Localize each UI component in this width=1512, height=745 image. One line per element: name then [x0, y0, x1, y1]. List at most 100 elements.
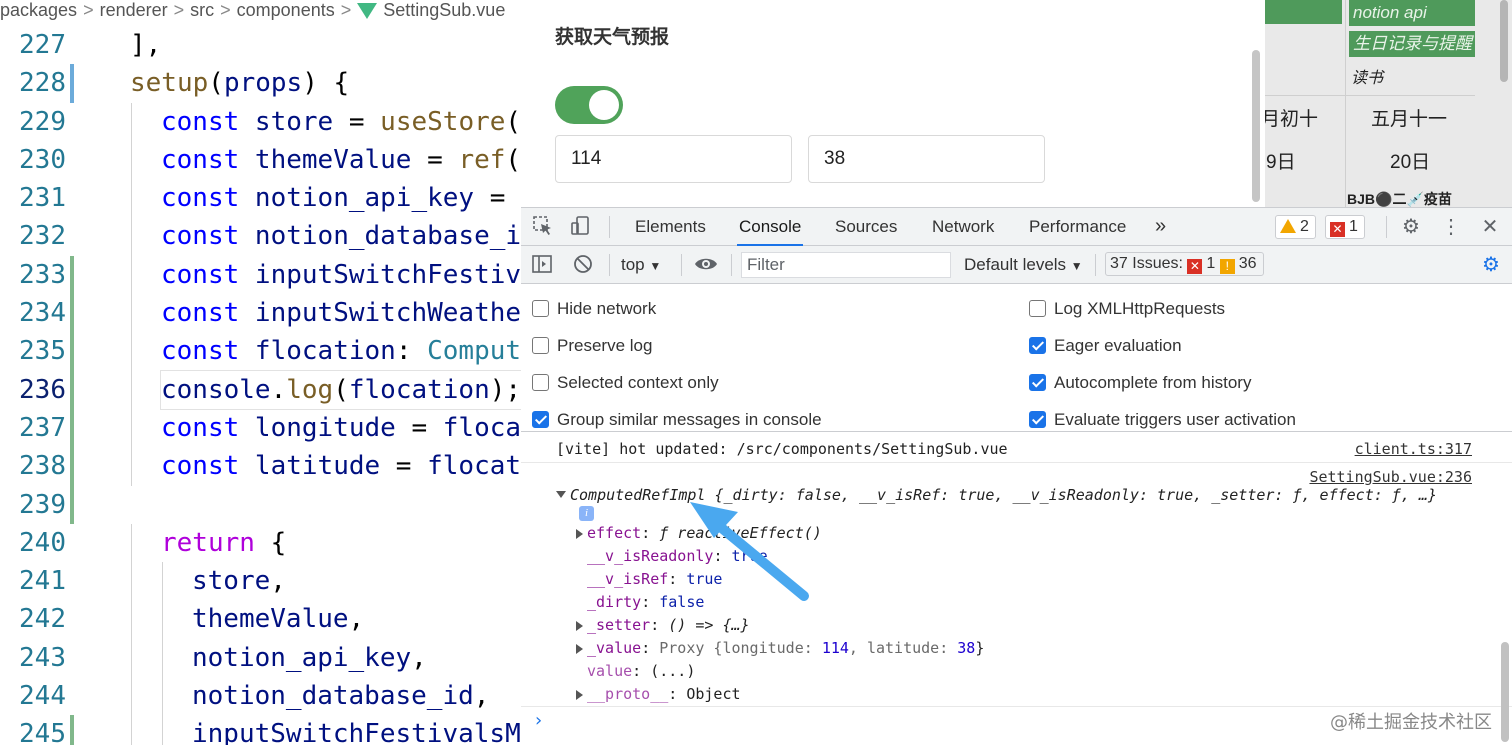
checkbox-checked[interactable] — [1029, 337, 1046, 354]
calendar-scrollbar[interactable] — [1500, 0, 1508, 82]
added-line-marker[interactable] — [70, 715, 74, 745]
code-line[interactable]: 235 const flocation: Compute — [0, 332, 521, 371]
breadcrumb-item-renderer[interactable]: renderer — [100, 0, 168, 20]
calendar-event-notion[interactable]: notion api — [1349, 0, 1475, 26]
line-number: 243 — [19, 642, 66, 673]
code-line[interactable]: 230 const themeValue = ref(s — [0, 140, 521, 180]
toolbar-divider — [731, 254, 732, 276]
checkbox-checked[interactable] — [1029, 374, 1046, 391]
close-icon[interactable]: ✕ — [1478, 215, 1502, 239]
collapse-triangle-icon[interactable] — [556, 491, 566, 498]
checkbox-checked[interactable] — [532, 411, 549, 428]
breadcrumb-item-packages[interactable]: packages — [0, 0, 77, 20]
weather-toggle-switch[interactable] — [555, 86, 623, 124]
calendar-event-read[interactable]: 读书 — [1351, 64, 1383, 88]
breadcrumb-item-components[interactable]: components — [237, 0, 335, 20]
code-line[interactable]: 241 store, — [0, 562, 521, 601]
code-line[interactable]: 231 const notion_api_key = r — [0, 179, 521, 218]
source-link[interactable]: client.ts:317 — [1355, 440, 1472, 458]
code-token: = — [395, 412, 443, 443]
code-line[interactable]: 232 const notion_database_id — [0, 217, 521, 256]
code-line[interactable]: 233 const inputSwitchFestiva — [0, 255, 521, 295]
checkbox[interactable] — [532, 337, 549, 354]
code-line[interactable]: 244 notion_database_id, — [0, 677, 521, 716]
property-value-proxy[interactable]: _value: Proxy {longitude: 114, latitude:… — [587, 639, 984, 657]
code-token: = — [411, 144, 459, 175]
expand-triangle-icon[interactable] — [576, 621, 583, 631]
property-setter[interactable]: _setter: () => {…} — [587, 616, 750, 634]
added-line-marker[interactable] — [70, 370, 74, 409]
added-line-marker[interactable] — [70, 447, 74, 486]
breadcrumb-item-file[interactable]: SettingSub.vue — [383, 0, 505, 20]
context-selector[interactable]: top ▼ — [621, 255, 661, 275]
code-line[interactable]: 237 const longitude = flocat — [0, 408, 521, 448]
code-line[interactable]: 242 themeValue, — [0, 600, 521, 639]
console-prompt-icon[interactable]: › — [533, 710, 544, 731]
calendar-day-left[interactable]: 9日 — [1266, 147, 1296, 174]
checkbox[interactable] — [1029, 300, 1046, 317]
device-toolbar-icon[interactable] — [568, 215, 592, 239]
added-line-marker[interactable] — [70, 332, 74, 371]
log-levels-dropdown[interactable]: Default levels ▼ — [964, 255, 1083, 275]
issues-button[interactable]: 37 Issues: ✕ 1 ! 36 — [1105, 252, 1264, 276]
tab-performance[interactable]: Performance — [1028, 208, 1127, 246]
property-key: __v_isRef — [587, 570, 669, 588]
property-effect[interactable]: effect: ƒ reactiveEffect() — [587, 524, 822, 542]
tab-sources[interactable]: Sources — [834, 208, 898, 246]
code-line[interactable]: 245 inputSwitchFestivalsMo — [0, 715, 521, 745]
code-line[interactable]: 229 const store = useStore() — [0, 102, 521, 141]
warnings-badge[interactable]: 2 — [1275, 215, 1316, 239]
console-scrollbar[interactable] — [1501, 642, 1509, 742]
sidebar-toggle-icon[interactable] — [530, 253, 554, 277]
calendar-event-bar[interactable] — [1265, 0, 1342, 24]
breadcrumb-item-src[interactable]: src — [190, 0, 214, 20]
code-text: const themeValue = ref(s — [161, 141, 521, 179]
code-line[interactable]: 238 const latitude = flocati — [0, 447, 521, 486]
filter-input[interactable] — [741, 252, 951, 278]
line-number: 232 — [19, 221, 66, 252]
calendar-day-right[interactable]: 20日 — [1390, 147, 1430, 174]
tab-network[interactable]: Network — [931, 208, 995, 246]
checkbox[interactable] — [532, 300, 549, 317]
code-line[interactable]: 239 — [0, 485, 521, 524]
expand-triangle-icon[interactable] — [576, 529, 583, 539]
code-editor[interactable]: packages > renderer > src > components > Setting… — [0, 0, 521, 745]
tab-console[interactable]: Console — [737, 208, 804, 246]
more-tabs-button[interactable]: » — [1154, 208, 1167, 246]
object-preview[interactable]: ComputedRefImpl {_dirty: false, __v_isRe… — [570, 486, 1437, 504]
code-line[interactable]: 227], — [0, 26, 521, 64]
added-line-marker[interactable] — [70, 255, 74, 295]
console-settings-gear-icon[interactable]: ⚙ — [1479, 253, 1503, 277]
gear-icon[interactable]: ⚙ — [1399, 215, 1423, 239]
chevron-right-icon: > — [340, 0, 352, 20]
checkbox[interactable] — [532, 374, 549, 391]
clear-console-icon[interactable] — [571, 253, 595, 277]
expand-triangle-icon[interactable] — [576, 644, 583, 654]
kebab-menu-icon[interactable]: ⋮ — [1439, 215, 1463, 239]
eye-icon[interactable] — [694, 253, 718, 277]
tab-elements[interactable]: Elements — [634, 208, 707, 246]
code-line[interactable]: 236 console.log(flocation); — [0, 369, 521, 410]
modified-line-marker[interactable] — [70, 64, 74, 103]
inspect-element-icon[interactable] — [531, 215, 555, 239]
added-line-marker[interactable] — [70, 294, 74, 333]
expand-triangle-icon[interactable] — [576, 690, 583, 700]
info-icon[interactable]: i — [579, 506, 594, 521]
indent-guide — [162, 600, 163, 639]
latitude-input[interactable] — [808, 135, 1045, 183]
checkbox-checked[interactable] — [1029, 411, 1046, 428]
code-line[interactable]: 234 const inputSwitchWeather — [0, 294, 521, 333]
longitude-input[interactable] — [555, 135, 792, 183]
calendar-event-birthday[interactable]: 生日记录与提醒 — [1349, 31, 1475, 57]
preview-scrollbar[interactable] — [1252, 50, 1260, 202]
added-line-marker[interactable] — [70, 408, 74, 448]
property-proto[interactable]: __proto__: Object — [587, 685, 741, 703]
added-line-marker[interactable] — [70, 485, 74, 524]
property-getter[interactable]: value: (...) — [587, 662, 695, 680]
code-line[interactable]: 243 notion_api_key, — [0, 638, 521, 678]
errors-badge[interactable]: ✕ 1 — [1325, 215, 1365, 239]
toolbar-divider — [609, 254, 610, 276]
code-line[interactable]: 228 setup(props) { — [0, 64, 521, 103]
code-line[interactable]: 240 return { — [0, 523, 521, 563]
source-link[interactable]: SettingSub.vue:236 — [1309, 468, 1472, 486]
